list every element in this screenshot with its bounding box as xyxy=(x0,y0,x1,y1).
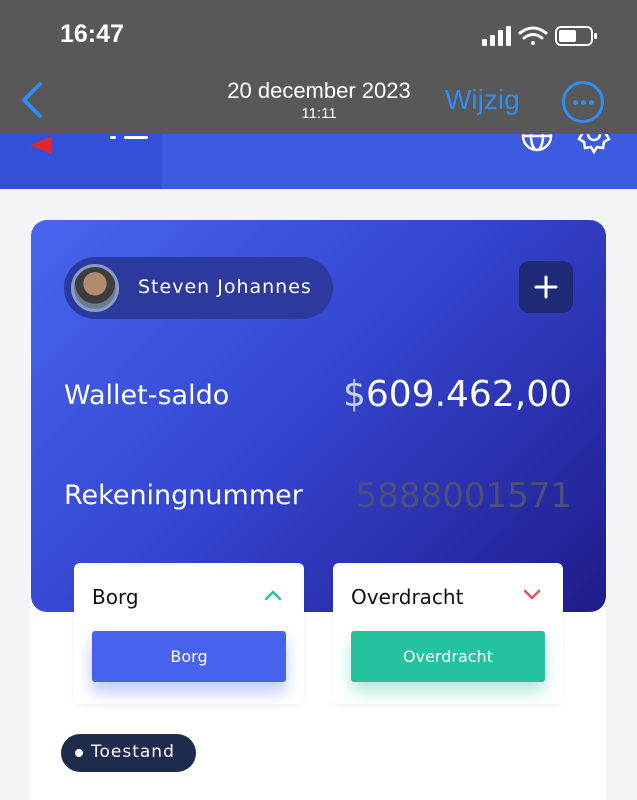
avatar xyxy=(71,264,119,312)
menu-icon[interactable] xyxy=(110,132,148,146)
status-chip[interactable]: Toestand xyxy=(61,734,196,772)
status-icons xyxy=(482,26,597,46)
more-icon[interactable] xyxy=(562,81,604,123)
account-number-label: Rekeningnummer xyxy=(64,480,303,511)
balance-currency: $ xyxy=(342,374,366,415)
back-chevron-icon[interactable] xyxy=(18,82,46,118)
status-time: 16:47 xyxy=(60,20,124,48)
user-name: Steven Johannes xyxy=(138,276,312,298)
wifi-icon xyxy=(518,26,548,45)
account-number-value: 5888001571 xyxy=(355,476,572,516)
status-dot xyxy=(75,749,83,757)
photo-date: 20 december 2023 xyxy=(227,78,411,103)
add-button[interactable] xyxy=(519,261,573,313)
photo-time: 11:11 xyxy=(301,105,337,122)
edit-button[interactable]: Wijzig xyxy=(445,84,520,116)
transfer-title: Overdracht xyxy=(351,585,464,609)
signal-icon xyxy=(482,26,511,46)
balance-amount: 609.462,00 xyxy=(365,374,572,415)
battery-icon xyxy=(555,26,597,46)
app-logo[interactable] xyxy=(30,136,52,154)
balance-value: $609.462,00 xyxy=(343,374,572,415)
user-pill[interactable]: Steven Johannes xyxy=(64,257,333,319)
chevron-down-icon[interactable] xyxy=(523,589,541,601)
wallet-card: Steven Johannes Wallet-saldo $609.462,00… xyxy=(31,220,606,612)
transfer-card: Overdracht Overdracht xyxy=(333,563,563,704)
chevron-up-icon[interactable] xyxy=(264,589,282,601)
plus-icon xyxy=(534,275,558,299)
deposit-button[interactable]: Borg xyxy=(92,631,286,682)
transfer-button[interactable]: Overdracht xyxy=(351,631,545,682)
app-screen: 16:47 20 december 2023 11:11 Wijzig Stev… xyxy=(0,0,637,800)
status-chip-label: Toestand xyxy=(91,742,175,762)
deposit-card: Borg Borg xyxy=(74,563,304,704)
balance-label: Wallet-saldo xyxy=(64,380,230,411)
photo-viewer-top-bar: 16:47 20 december 2023 11:11 Wijzig xyxy=(0,0,637,134)
deposit-title: Borg xyxy=(92,585,139,609)
